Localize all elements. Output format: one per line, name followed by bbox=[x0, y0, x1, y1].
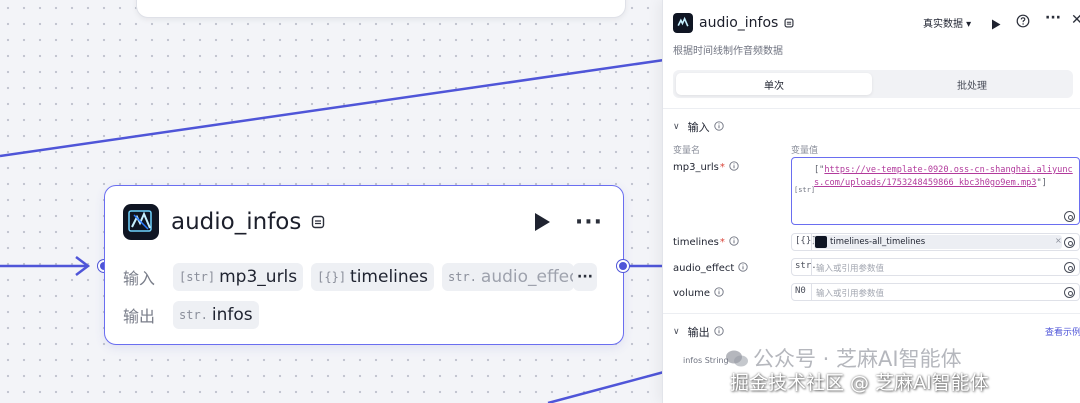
divider bbox=[811, 259, 812, 275]
field-label-mp3-urls: mp3_urls * bbox=[673, 161, 739, 174]
input-section-toggle[interactable]: ∨ 输入 bbox=[673, 119, 724, 135]
node-output-port[interactable] bbox=[617, 260, 629, 272]
type-badge: str. bbox=[448, 270, 477, 284]
field-name: volume bbox=[673, 288, 711, 299]
mp3-url-text: https://ve-template-0920.oss-cn-shanghai… bbox=[814, 165, 1073, 188]
info-icon bbox=[729, 161, 739, 174]
run-mode-tabs: 单次 批处理 bbox=[673, 70, 1073, 98]
info-icon bbox=[738, 262, 748, 275]
plugin-logo-icon bbox=[123, 204, 159, 240]
tag-name: audio_effec bbox=[480, 267, 574, 287]
column-header-name: 变量名 bbox=[673, 146, 701, 156]
more-inputs-button[interactable]: ··· bbox=[573, 263, 597, 291]
mp3-urls-value[interactable]: ["https://ve-template-0920.oss-cn-shangh… bbox=[814, 164, 1078, 190]
edge-bottom bbox=[547, 370, 665, 403]
panel-link-icon[interactable] bbox=[784, 18, 794, 28]
json-open: [" bbox=[814, 165, 825, 175]
ref-variable-name: all_timelines bbox=[872, 237, 926, 247]
type-badge: [str] bbox=[179, 270, 216, 284]
output-section-toggle[interactable]: ∨ 输出 bbox=[673, 324, 724, 340]
volume-input[interactable]: 输入或引用参数值 bbox=[816, 287, 884, 299]
node-inputs-row: 输入 [str] mp3_urls [{}] timelines str. au… bbox=[123, 263, 582, 291]
output-section-title: 输出 bbox=[687, 326, 710, 339]
edge-top bbox=[0, 58, 665, 158]
field-label-volume: volume bbox=[673, 287, 724, 300]
audio-infos-node[interactable]: audio_infos ··· 输入 [str] mp3_urls [{}] t… bbox=[104, 185, 624, 345]
node-link-icon[interactable] bbox=[311, 215, 325, 229]
node-outputs-row: 输出 str. infos bbox=[123, 301, 267, 329]
required-mark: * bbox=[719, 162, 725, 173]
required-mark: * bbox=[719, 237, 725, 248]
output-tag-infos[interactable]: str. infos bbox=[173, 301, 259, 329]
timelines-field[interactable]: [{}] timelines - all_timelines × bbox=[791, 233, 1080, 251]
input-tag-mp3-urls[interactable]: [str] mp3_urls bbox=[173, 263, 304, 291]
divider bbox=[663, 313, 1080, 314]
tag-name: timelines bbox=[350, 267, 428, 287]
field-label-audio-effect: audio_effect bbox=[673, 262, 748, 275]
info-icon bbox=[729, 236, 739, 249]
audio-effect-field[interactable]: str. 输入或引用参数值 bbox=[791, 258, 1080, 276]
tab-batch[interactable]: 批处理 bbox=[874, 73, 1070, 95]
settings-icon[interactable] bbox=[1064, 287, 1075, 298]
input-section-title: 输入 bbox=[687, 121, 710, 134]
column-header-value: 变量值 bbox=[791, 146, 819, 156]
ref-node-name: timelines bbox=[830, 237, 869, 247]
data-mode-dropdown[interactable]: 真实数据 ▾ bbox=[923, 15, 971, 30]
json-close: "] bbox=[1036, 178, 1047, 188]
type-badge: [str] bbox=[794, 186, 816, 194]
node-mini-icon bbox=[815, 236, 827, 248]
settings-icon[interactable] bbox=[1064, 237, 1075, 248]
field-label-timelines: timelines * bbox=[673, 236, 739, 249]
input-tag-audio-effect[interactable]: str. audio_effec bbox=[442, 263, 574, 291]
tag-name: mp3_urls bbox=[219, 267, 298, 287]
settings-icon[interactable] bbox=[1064, 211, 1075, 222]
settings-icon[interactable] bbox=[1064, 262, 1075, 273]
tag-name: infos bbox=[211, 305, 253, 325]
help-icon[interactable] bbox=[1016, 13, 1030, 32]
info-icon bbox=[713, 120, 724, 134]
type-badge: str. bbox=[795, 261, 817, 271]
run-node-icon[interactable] bbox=[533, 212, 551, 236]
field-name: audio_effect bbox=[673, 263, 735, 274]
node-header: audio_infos ··· bbox=[123, 204, 605, 240]
inputs-label: 输入 bbox=[123, 269, 156, 288]
info-icon bbox=[713, 325, 724, 339]
tab-single[interactable]: 单次 bbox=[676, 73, 872, 95]
mp3-urls-editor[interactable]: [str] ["https://ve-template-0920.oss-cn-… bbox=[791, 157, 1080, 225]
juejin-watermark: 掘金技术社区 @ 芝麻AI智能体 bbox=[730, 372, 989, 394]
chevron-down-icon: ∨ bbox=[673, 327, 680, 337]
wechat-icon bbox=[725, 349, 749, 369]
divider bbox=[811, 234, 812, 250]
panel-more-icon[interactable]: ··· bbox=[1045, 10, 1061, 26]
info-icon bbox=[714, 287, 724, 300]
panel-run-icon[interactable] bbox=[991, 15, 1001, 34]
upstream-node-card[interactable] bbox=[136, 0, 626, 18]
volume-field[interactable]: N0 输入或引用参数值 bbox=[791, 283, 1080, 301]
type-badge: N0 bbox=[795, 286, 806, 296]
type-badge: [{}] bbox=[317, 270, 347, 284]
type-badge: str. bbox=[179, 308, 208, 322]
data-mode-label: 真实数据 bbox=[923, 19, 963, 30]
chevron-down-icon: ∨ bbox=[673, 122, 680, 132]
panel-description: 根据时间线制作音频数据 bbox=[673, 46, 783, 57]
audio-effect-input[interactable]: 输入或引用参数值 bbox=[816, 262, 884, 274]
input-tag-timelines[interactable]: [{}] timelines bbox=[311, 263, 434, 291]
clear-reference-icon[interactable]: × bbox=[1055, 236, 1062, 245]
divider bbox=[663, 108, 1080, 109]
outputs-label: 输出 bbox=[123, 307, 156, 326]
output-item-infos: infos String bbox=[683, 356, 729, 365]
node-more-icon[interactable]: ··· bbox=[575, 210, 603, 235]
field-name: timelines bbox=[673, 237, 719, 248]
close-icon[interactable]: ✕ bbox=[1071, 12, 1080, 28]
panel-plugin-logo-icon bbox=[673, 13, 693, 33]
divider bbox=[811, 284, 812, 300]
view-example-link[interactable]: 查看示例 bbox=[1045, 325, 1080, 338]
output-name: infos bbox=[683, 356, 703, 365]
field-name: mp3_urls bbox=[673, 162, 719, 173]
node-title: audio_infos bbox=[171, 209, 302, 235]
panel-header: audio_infos 真实数据 ▾ ··· ✕ bbox=[673, 10, 1080, 34]
panel-title: audio_infos bbox=[699, 15, 779, 31]
reference-chip[interactable]: timelines - all_timelines bbox=[814, 235, 1062, 249]
